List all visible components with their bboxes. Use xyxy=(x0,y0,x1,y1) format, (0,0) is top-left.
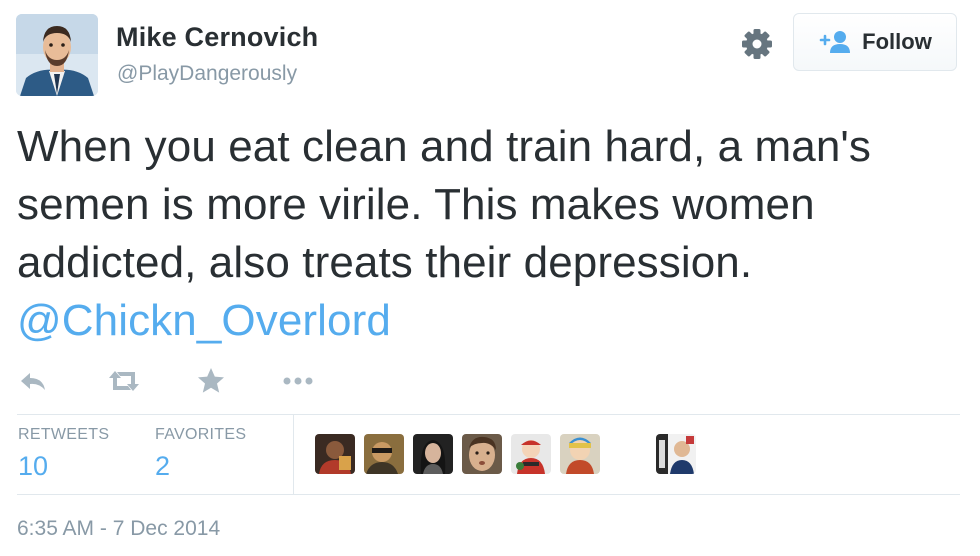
retweets-stat[interactable]: RETWEETS 10 xyxy=(18,426,109,482)
divider xyxy=(17,494,960,495)
add-user-icon xyxy=(819,31,851,53)
favoriter-avatar[interactable] xyxy=(364,434,404,474)
retweets-count[interactable]: 10 xyxy=(18,451,109,482)
favoriter-avatar[interactable] xyxy=(656,434,696,474)
favorites-label: FAVORITES xyxy=(155,426,247,443)
reply-icon[interactable] xyxy=(18,366,48,401)
favoriter-avatar[interactable] xyxy=(560,434,600,474)
favoriter-avatar[interactable] xyxy=(315,434,355,474)
favorites-count[interactable]: 2 xyxy=(155,451,246,482)
gear-icon[interactable] xyxy=(738,25,776,63)
favoriter-avatar[interactable] xyxy=(413,434,453,474)
tweet-text-line: semen is more virile. This makes women xyxy=(17,180,815,229)
tweet-text-line: addicted, also treats their depression. xyxy=(17,238,753,287)
favoriter-avatar[interactable] xyxy=(511,434,551,474)
favoriter-avatar[interactable] xyxy=(462,434,502,474)
tweet-timestamp[interactable]: 6:35 AM - 7 Dec 2014 xyxy=(17,517,220,541)
tweet-text: When you eat clean and train hard, a man… xyxy=(17,118,967,350)
favorites-stat[interactable]: FAVORITES 2 xyxy=(155,426,246,482)
mention-link[interactable]: @Chickn_Overlord xyxy=(17,292,967,350)
favorite-star-icon[interactable] xyxy=(196,366,226,401)
follow-button[interactable]: Follow xyxy=(793,13,957,71)
author-name[interactable]: Mike Cernovich xyxy=(116,22,318,53)
follow-button-label: Follow xyxy=(862,29,932,54)
retweets-label: RETWEETS xyxy=(18,426,110,443)
tweet-text-line: When you eat clean and train hard, a man… xyxy=(17,122,871,171)
more-dots-icon[interactable] xyxy=(280,366,316,401)
divider xyxy=(17,414,960,415)
author-avatar[interactable] xyxy=(16,14,98,96)
author-handle[interactable]: @PlayDangerously xyxy=(117,62,297,86)
stats-divider xyxy=(293,415,294,494)
retweet-icon[interactable] xyxy=(106,366,142,401)
